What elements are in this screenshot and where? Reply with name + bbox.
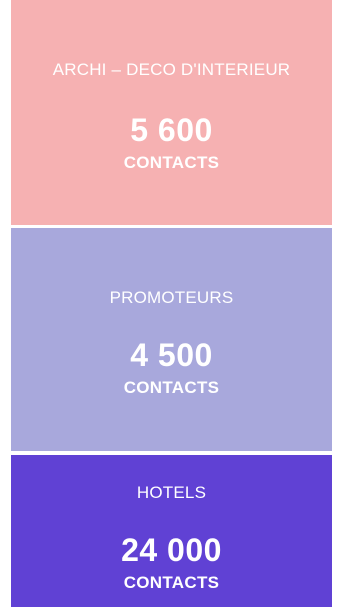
card-promoteurs: PROMOTEURS 4 500 CONTACTS bbox=[11, 228, 332, 451]
card-category: PROMOTEURS bbox=[109, 288, 234, 307]
card-category: HOTELS bbox=[136, 483, 207, 502]
card-unit: CONTACTS bbox=[123, 573, 220, 592]
card-count: 24 000 bbox=[121, 532, 222, 568]
card-unit: CONTACTS bbox=[123, 378, 220, 397]
card-unit: CONTACTS bbox=[123, 153, 220, 172]
contact-cards: ARCHI – DECO D'INTERIEUR 5 600 CONTACTS … bbox=[11, 0, 332, 607]
card-count: 4 500 bbox=[130, 337, 213, 373]
card-archi-deco: ARCHI – DECO D'INTERIEUR 5 600 CONTACTS bbox=[11, 0, 332, 225]
card-category: ARCHI – DECO D'INTERIEUR bbox=[52, 60, 291, 79]
card-count: 5 600 bbox=[130, 112, 213, 148]
card-hotels: HOTELS 24 000 CONTACTS bbox=[11, 455, 332, 607]
